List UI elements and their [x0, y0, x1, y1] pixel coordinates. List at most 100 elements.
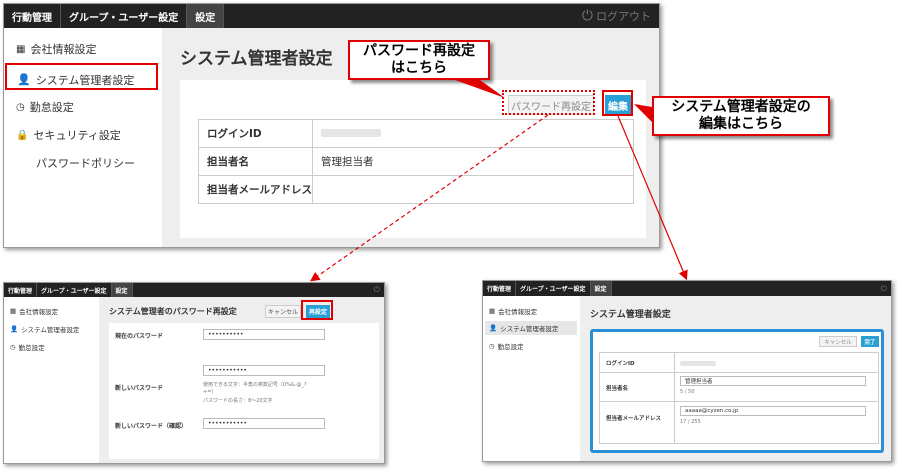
power-icon: ⏻	[373, 285, 380, 294]
password-form-panel: 現在のパスワード •••••••••• 新しいパスワード •••••••••••…	[109, 323, 379, 459]
nav-settings[interactable]: 設定	[187, 4, 225, 28]
sidebar-item-company[interactable]: ▦ 会社情報設定	[16, 41, 96, 57]
sidebar-item-label: システム管理者設定	[21, 326, 80, 334]
new-password-label: 新しいパスワード	[115, 385, 164, 392]
callout-text-line: システム管理者設定の	[671, 98, 811, 115]
password-hint-chars-cont: +=)	[203, 389, 214, 395]
page-title: システム管理者設定	[590, 310, 671, 320]
table-row: 担当者メールアドレス	[198, 175, 634, 204]
password-reset-highlight	[502, 90, 595, 115]
confirm-password-label: 新しいパスワード（確認）	[115, 423, 188, 430]
lock-icon: 🔒	[16, 129, 29, 141]
nav-activity[interactable]: 行動管理	[483, 281, 517, 296]
sidebar-item-security[interactable]: 🔒 セキュリティ設定	[16, 127, 121, 143]
name-label: 担当者名	[198, 147, 313, 176]
sidebar-item-attendance[interactable]: ◷ 勤怠設定	[16, 99, 74, 115]
edit-screenshot: 行動管理 グループ・ユーザー設定 設定 ⏻ ▦ 会社情報設定 👤 システム管理者設定…	[482, 280, 892, 462]
table-row: 担当者名 管理担当者	[198, 147, 634, 176]
logout-link[interactable]: ⏻ ログアウト	[582, 4, 651, 28]
cancel-button[interactable]: キャンセル	[819, 336, 857, 347]
user-icon: 👤	[489, 324, 498, 332]
blurred-login-id	[321, 128, 381, 137]
edit-table: ログインID 担当者名 管理担当者 5 / 50 担当者メールアドレス aaaa…	[599, 352, 879, 444]
confirm-password-input[interactable]: •••••••••••	[203, 418, 325, 429]
top-nav-bar: 行動管理 グループ・ユーザー設定 設定 ⏻	[483, 281, 891, 296]
edit-form-frame: キャンセル 完了 ログインID 担当者名 管理担当者 5 / 50 担当者メール…	[590, 329, 884, 453]
email-label: 担当者メールアドレス	[198, 175, 313, 204]
name-input[interactable]: 管理担当者	[680, 376, 866, 386]
nav-activity[interactable]: 行動管理	[4, 4, 61, 28]
nav-group-user[interactable]: グループ・ユーザー設定	[37, 283, 112, 297]
nav-group-user[interactable]: グループ・ユーザー設定	[516, 281, 591, 296]
nav-settings[interactable]: 設定	[590, 281, 612, 296]
login-id-label: ログインID	[606, 361, 635, 367]
sidebar-item-label: 会社情報設定	[498, 308, 538, 316]
building-icon: ▦	[10, 307, 17, 315]
login-id-label: ログインID	[198, 119, 313, 148]
user-icon: 👤	[10, 325, 19, 333]
email-char-count: 17 / 255	[680, 419, 701, 425]
sidebar-item-label: 勤怠設定	[29, 101, 74, 114]
clock-icon: ◷	[489, 342, 495, 350]
current-password-label: 現在のパスワード	[115, 333, 164, 340]
sidebar: ▦ 会社情報設定 👤 システム管理者設定 ◷ 勤怠設定	[4, 297, 99, 463]
logout-link[interactable]: ⏻	[374, 283, 380, 297]
sysadmin-highlight-box	[5, 63, 158, 90]
row-divider	[600, 372, 878, 373]
admin-info-table: ログインID 担当者名 管理担当者 担当者メールアドレス	[198, 119, 634, 204]
sidebar-item-label: 勤怠設定	[18, 344, 45, 352]
nav-group-user[interactable]: グループ・ユーザー設定	[61, 4, 188, 28]
page-title: システム管理者設定	[180, 49, 333, 69]
sidebar: ▦ 会社情報設定 👤 システム管理者設定 ◷ 勤怠設定	[483, 296, 580, 461]
blurred-login-id	[680, 361, 716, 366]
sidebar-item-attendance[interactable]: ◷ 勤怠設定	[10, 342, 45, 352]
sidebar-item-label: パスワードポリシー	[36, 157, 135, 170]
callout-text-line: 編集はこちら	[699, 116, 783, 132]
clock-icon: ◷	[10, 343, 16, 351]
sidebar-item-label: 勤怠設定	[497, 343, 524, 351]
email-value	[312, 175, 634, 204]
clock-icon: ◷	[16, 101, 25, 113]
col-divider	[674, 353, 675, 443]
top-nav-bar: 行動管理 グループ・ユーザー設定 設定 ⏻	[4, 283, 384, 297]
sidebar: ▦ 会社情報設定 👤 システム管理者設定 ◷ 勤怠設定 🔒 セキュリティ設定 パ…	[4, 28, 162, 247]
sidebar-item-sysadmin[interactable]: 👤 システム管理者設定	[10, 324, 79, 334]
logout-label: ログアウト	[596, 10, 651, 23]
main-content: システム管理者設定 キャンセル 完了 ログインID 担当者名 管理担当者 5 /…	[580, 296, 891, 461]
power-icon: ⏻	[880, 283, 887, 293]
callout-text-line: パスワード再設定	[363, 42, 475, 59]
email-input[interactable]: aaaaa@cyzen.co.jp	[680, 406, 866, 416]
password-hint-chars: 使用できる文字：半角の英数記号（0%&.@_?	[203, 382, 307, 388]
done-button[interactable]: 完了	[861, 336, 879, 347]
sidebar-item-label: 会社情報設定	[30, 43, 97, 56]
sidebar-item-company[interactable]: ▦ 会社情報設定	[10, 306, 58, 316]
top-nav-bar: 行動管理 グループ・ユーザー設定 設定 ⏻ ログアウト	[4, 4, 659, 28]
name-value: 管理担当者	[312, 147, 634, 176]
edit-callout: システム管理者設定の 編集はこちら	[652, 96, 830, 136]
row-divider	[600, 401, 878, 402]
sidebar-item-label: 会社情報設定	[19, 308, 59, 316]
current-password-input[interactable]: ••••••••••	[203, 329, 325, 340]
name-label: 担当者名	[606, 386, 629, 392]
sidebar-item-label: システム管理者設定	[500, 325, 559, 333]
nav-settings[interactable]: 設定	[111, 283, 133, 297]
sidebar-item-sysadmin[interactable]: 👤 システム管理者設定	[485, 321, 577, 335]
sidebar-item-company[interactable]: ▦ 会社情報設定	[489, 306, 537, 316]
page-title: システム管理者のパスワード再設定	[109, 307, 237, 316]
main-screenshot: 行動管理 グループ・ユーザー設定 設定 ⏻ ログアウト ▦ 会社情報設定 👤 シ…	[3, 3, 660, 248]
building-icon: ▦	[489, 307, 496, 315]
nav-activity[interactable]: 行動管理	[4, 283, 38, 297]
logout-link[interactable]: ⏻	[881, 281, 887, 296]
password-hint-length: パスワードの長さ：8〜20文字	[203, 398, 273, 404]
reset-button-highlight	[301, 300, 333, 320]
name-char-count: 5 / 50	[680, 389, 695, 395]
cancel-button[interactable]: キャンセル	[265, 305, 301, 318]
email-label: 担当者メールアドレス	[606, 416, 662, 422]
sidebar-item-password-policy[interactable]: パスワードポリシー	[36, 155, 135, 171]
callout-text-line: はこちら	[391, 60, 447, 76]
new-password-input[interactable]: •••••••••••	[203, 365, 325, 376]
table-row: ログインID	[198, 119, 634, 148]
edit-button-highlight	[602, 90, 633, 116]
building-icon: ▦	[16, 43, 26, 55]
sidebar-item-attendance[interactable]: ◷ 勤怠設定	[489, 341, 524, 351]
